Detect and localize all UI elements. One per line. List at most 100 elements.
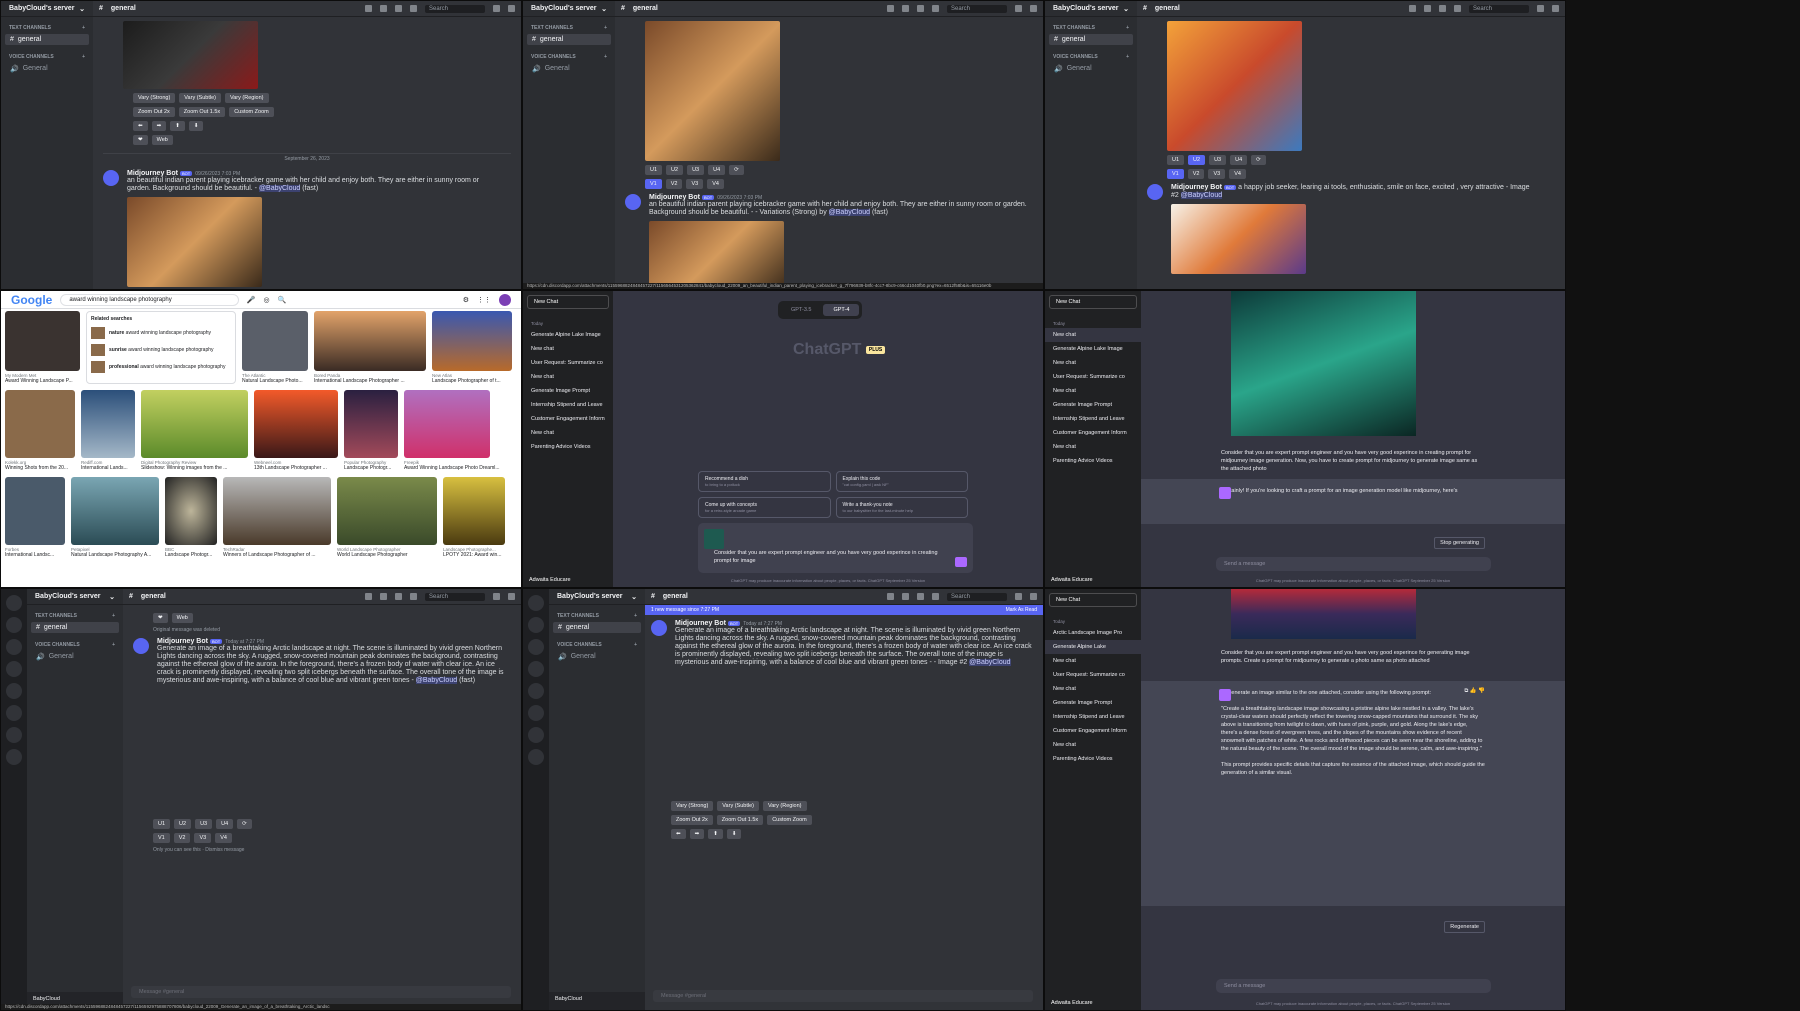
server-header[interactable]: BabyCloud's server ⌄	[1045, 1, 1137, 17]
history-item[interactable]: New chat	[1045, 384, 1141, 398]
history-item[interactable]: Parenting Advice Videos	[523, 440, 613, 454]
history-item[interactable]: Generate Alpine Lake Image	[523, 328, 613, 342]
server-icon[interactable]	[6, 661, 22, 677]
history-item[interactable]: New chat	[523, 370, 613, 384]
image-result[interactable]: Landscape Photographe... LPOTY 2021: Awar…	[443, 477, 505, 558]
inbox-icon[interactable]	[493, 593, 500, 600]
bell-icon[interactable]	[902, 5, 909, 12]
google-logo[interactable]: Google	[11, 293, 52, 307]
history-item[interactable]: Generate Image Prompt	[1045, 398, 1141, 412]
history-item[interactable]: New chat	[1045, 440, 1141, 454]
voice-channel-general[interactable]: 🔊 General	[31, 651, 119, 663]
image-result[interactable]: Petapixel Natural Landscape Photography A…	[71, 477, 159, 558]
server-icon[interactable]	[6, 617, 22, 633]
server-icon[interactable]	[6, 639, 22, 655]
web-button[interactable]: Web	[151, 135, 173, 145]
history-item[interactable]: New chat	[523, 342, 613, 356]
zoom-out-1-5x-button[interactable]: Zoom Out 1.5x	[178, 107, 226, 117]
avatar[interactable]	[133, 638, 149, 654]
bell-icon[interactable]	[380, 5, 387, 12]
pan-up-button[interactable]: ⬆	[170, 121, 185, 131]
mention[interactable]: @BabyCloud	[969, 659, 1011, 666]
inbox-icon[interactable]	[1015, 593, 1022, 600]
v1-button[interactable]: V1	[153, 833, 170, 843]
threads-icon[interactable]	[887, 5, 894, 12]
voice-channel-general[interactable]: 🔊 General	[1049, 63, 1133, 75]
download-icon[interactable]	[528, 749, 544, 765]
server-icon[interactable]	[528, 617, 544, 633]
add-server-icon[interactable]	[528, 705, 544, 721]
vary-region-button[interactable]: Vary (Region)	[762, 801, 807, 811]
vary-strong-button[interactable]: Vary (Strong)	[133, 93, 176, 103]
pan-up-button[interactable]: ⬆	[708, 829, 723, 839]
image-result[interactable]: Popular Photography Landscape Photogr...	[344, 390, 398, 471]
zoom-out-2x-button[interactable]: Zoom Out 2x	[133, 107, 175, 117]
search-icon[interactable]: 🔍	[278, 296, 287, 304]
search-input[interactable]: Search	[1469, 4, 1529, 13]
pin-icon[interactable]	[395, 593, 402, 600]
image-result[interactable]: Freepik Award Winning Landscape Photo Dre…	[404, 390, 500, 471]
history-item[interactable]: Generate Alpine Lake	[1045, 640, 1141, 654]
author-name[interactable]: Midjourney Bot	[1171, 184, 1222, 191]
new-chat-button[interactable]: New Chat	[527, 295, 609, 309]
u3-button[interactable]: U3	[687, 165, 705, 175]
history-item[interactable]: Internship Stipend and Leave	[1045, 412, 1141, 426]
u1-button[interactable]: U1	[645, 165, 663, 175]
history-item[interactable]: Generate Alpine Lake Image	[1045, 342, 1141, 356]
v1-button[interactable]: V1	[1167, 169, 1184, 179]
suggestion[interactable]: Write a thank-you note to our babysitter …	[835, 497, 968, 518]
vary-subtle-button[interactable]: Vary (Subtle)	[179, 93, 221, 103]
search-input[interactable]: Search	[947, 592, 1007, 601]
u4-button[interactable]: U4	[216, 819, 234, 829]
generated-image-grid[interactable]	[127, 197, 262, 287]
bell-icon[interactable]	[1424, 5, 1431, 12]
discord-home-icon[interactable]	[6, 595, 22, 611]
members-icon[interactable]	[932, 5, 939, 12]
category-voice[interactable]: VOICE CHANNELS +	[1045, 46, 1137, 62]
category-voice[interactable]: VOICE CHANNELS +	[549, 634, 645, 650]
history-item[interactable]: Parenting Advice Videos	[1045, 454, 1141, 468]
image-result[interactable]: BBC Landscape Photogr...	[165, 477, 217, 558]
pan-left-button[interactable]: ⬅	[671, 829, 686, 839]
history-item[interactable]: New chat	[1045, 682, 1141, 696]
history-item[interactable]: New chat	[523, 426, 613, 440]
generated-image-grid[interactable]	[645, 21, 780, 161]
mic-icon[interactable]: 🎤	[247, 296, 256, 304]
explore-icon[interactable]	[528, 727, 544, 743]
history-item[interactable]: New chat	[1045, 738, 1141, 752]
image-result[interactable]: Forbes International Landsc...	[5, 477, 65, 558]
zoom-out-2x-button[interactable]: Zoom Out 2x	[671, 815, 713, 825]
vary-subtle-button[interactable]: Vary (Subtle)	[717, 801, 759, 811]
server-icon[interactable]	[6, 683, 22, 699]
message-input[interactable]: Message #general	[653, 990, 1033, 1002]
web-button[interactable]: Web	[171, 613, 193, 623]
channel-general[interactable]: # general	[553, 622, 641, 633]
v4-button[interactable]: V4	[707, 179, 724, 189]
regenerate-button[interactable]: Regenerate	[1444, 921, 1485, 933]
attached-image[interactable]	[704, 529, 724, 549]
channel-general[interactable]: # general	[1049, 34, 1133, 45]
history-item[interactable]: Generate Image Prompt	[1045, 696, 1141, 710]
category-text[interactable]: TEXT CHANNELS +	[523, 17, 615, 33]
search-input[interactable]: award winning landscape photography	[60, 293, 239, 306]
server-header[interactable]: BabyCloud's server ⌄	[523, 1, 615, 17]
mention[interactable]: @BabyCloud	[1180, 192, 1223, 199]
generated-image-grid[interactable]	[1167, 21, 1302, 151]
help-icon[interactable]	[508, 5, 515, 12]
attached-image[interactable]	[1231, 589, 1416, 639]
history-item[interactable]: Internship Stipend and Leave	[1045, 710, 1141, 724]
category-text[interactable]: TEXT CHANNELS +	[1, 17, 93, 33]
v4-button[interactable]: V4	[215, 833, 232, 843]
members-icon[interactable]	[410, 593, 417, 600]
threads-icon[interactable]	[887, 593, 894, 600]
mention[interactable]: @BabyCloud	[258, 185, 301, 192]
voice-channel-general[interactable]: 🔊 General	[527, 63, 611, 75]
category-text[interactable]: TEXT CHANNELS +	[1045, 17, 1137, 33]
gpt35-tab[interactable]: GPT-3.5	[781, 304, 821, 316]
pan-left-button[interactable]: ⬅	[133, 121, 148, 131]
voice-channel-general[interactable]: 🔊 General	[5, 63, 89, 75]
vary-strong-button[interactable]: Vary (Strong)	[671, 801, 714, 811]
u2-button[interactable]: U2	[666, 165, 684, 175]
image-result[interactable]: World Landscape Photographer World Landsc…	[337, 477, 437, 558]
author-name[interactable]: Midjourney Bot	[157, 638, 208, 645]
